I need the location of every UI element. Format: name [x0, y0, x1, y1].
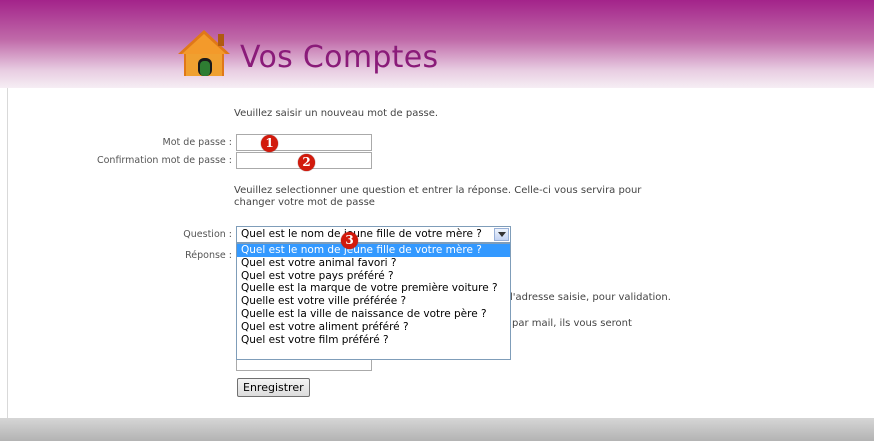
question-select-value: Quel est le nom de jeune fille de votre …: [241, 228, 482, 240]
option-favorite-food[interactable]: Quel est votre aliment préféré ?: [237, 321, 510, 334]
header-banner: Vos Comptes: [0, 0, 874, 88]
option-maiden-name[interactable]: Quel est le nom de jeune fille de votre …: [237, 244, 510, 257]
page-border: [7, 88, 8, 418]
app-title: Vos Comptes: [240, 40, 439, 75]
dropdown-arrow-button[interactable]: [494, 228, 509, 241]
option-father-birthplace[interactable]: Quelle est la ville de naissance de votr…: [237, 308, 510, 321]
password-intro-text: Veuillez saisir un nouveau mot de passe.: [234, 108, 439, 119]
question-select[interactable]: Quel est le nom de jeune fille de votre …: [236, 226, 511, 243]
marker-2: 2: [298, 154, 315, 171]
option-first-car[interactable]: Quelle est la marque de votre première v…: [237, 282, 510, 295]
question-label: Question :: [183, 229, 232, 240]
option-favorite-animal[interactable]: Quel est votre animal favori ?: [237, 257, 510, 270]
answer-label: Réponse :: [185, 250, 232, 261]
footer-bar: [0, 418, 874, 441]
mail-text-partial: par mail, ils vous seront: [512, 318, 632, 329]
house-icon: [178, 30, 230, 76]
question-intro-line1: Veuillez selectionner une question et en…: [234, 185, 642, 196]
validation-text-partial: l'adresse saisie, pour validation.: [510, 292, 671, 303]
question-dropdown-list[interactable]: Quel est le nom de jeune fille de votre …: [236, 243, 511, 360]
option-favorite-country[interactable]: Quel est votre pays préféré ?: [237, 270, 510, 283]
option-favorite-film[interactable]: Quel est votre film préféré ?: [237, 334, 510, 347]
password-field[interactable]: [236, 134, 372, 151]
password-label: Mot de passe :: [162, 137, 232, 148]
save-button[interactable]: Enregistrer: [237, 378, 310, 397]
confirm-password-label: Confirmation mot de passe :: [96, 155, 232, 166]
marker-3: 3: [341, 232, 358, 249]
chevron-down-icon: [498, 232, 506, 237]
marker-1: 1: [261, 135, 278, 152]
option-favorite-city[interactable]: Quelle est votre ville préférée ?: [237, 295, 510, 308]
question-intro-line2: changer votre mot de passe: [234, 197, 375, 208]
